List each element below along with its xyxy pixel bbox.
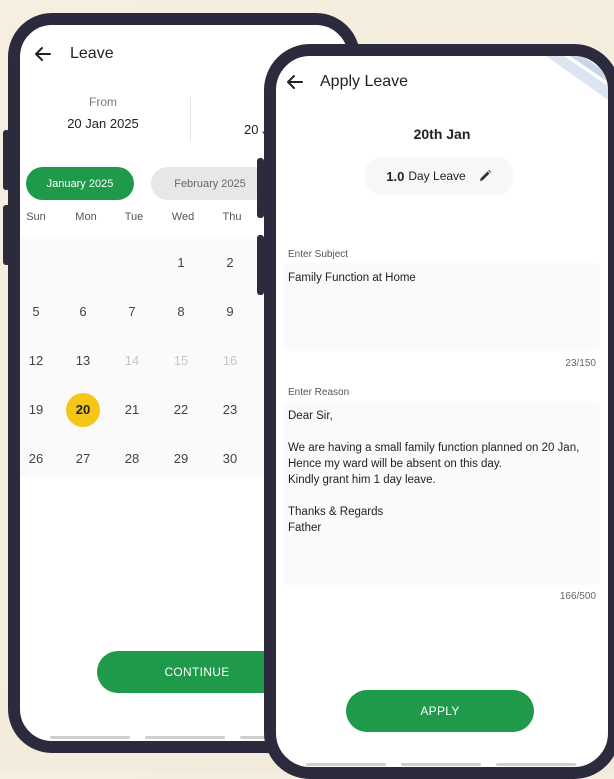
calendar-day: 15: [173, 353, 189, 368]
tab-january[interactable]: January 2025: [26, 167, 134, 200]
calendar-day[interactable]: 12: [20, 344, 53, 378]
from-date: 20 Jan 2025: [67, 116, 139, 131]
weekday-label: Sun: [26, 211, 46, 223]
calendar-day[interactable]: 19: [20, 393, 53, 427]
calendar-day[interactable]: 23: [213, 393, 247, 427]
pencil-icon[interactable]: [478, 169, 492, 183]
home-indicator: [496, 763, 576, 766]
day-leave-selector[interactable]: 1.0 Day Leave: [364, 157, 514, 195]
calendar-day[interactable]: 5: [20, 295, 53, 329]
calendar-day: 16: [222, 353, 238, 368]
weekday-label: Wed: [171, 211, 195, 223]
back-arrow-icon[interactable]: [32, 43, 54, 65]
phone2-side-button-2: [257, 235, 264, 295]
calendar-day[interactable]: 2: [213, 246, 247, 280]
home-indicator: [50, 736, 130, 739]
calendar-day[interactable]: 27: [66, 442, 100, 476]
page-title: Leave: [70, 45, 114, 62]
weekday-label: Tue: [124, 211, 144, 223]
calendar-day[interactable]: 13: [66, 344, 100, 378]
calendar-day[interactable]: 30: [213, 442, 247, 476]
calendar-day[interactable]: 22: [164, 393, 198, 427]
reason-counter: 166/500: [559, 591, 596, 602]
calendar-day[interactable]: 7: [115, 295, 149, 329]
calendar-day[interactable]: 6: [66, 295, 100, 329]
tab-february[interactable]: February 2025: [151, 167, 269, 200]
home-indicator: [145, 736, 225, 739]
weekday-label: Mon: [75, 211, 97, 223]
apply-leave-phone: Apply Leave 20th Jan 1.0 Day Leave Enter…: [264, 44, 614, 779]
home-indicator: [401, 763, 481, 766]
from-label: From: [89, 95, 117, 109]
leave-unit: Day Leave: [408, 169, 466, 183]
leave-date: 20th Jan: [413, 126, 471, 142]
calendar-day[interactable]: 28: [115, 442, 149, 476]
subject-label: Enter Subject: [288, 249, 349, 260]
calendar-day[interactable]: 29: [164, 442, 198, 476]
page-title: Apply Leave: [320, 73, 409, 90]
reason-label: Enter Reason: [288, 387, 350, 398]
subject-counter: 23/150: [565, 358, 596, 369]
phone2-side-button-1: [257, 158, 264, 218]
weekday-label: Thu: [222, 211, 242, 223]
calendar-day: 14: [124, 353, 140, 368]
calendar-day[interactable]: 8: [164, 295, 198, 329]
calendar-day-selected[interactable]: 20: [66, 393, 100, 427]
subject-value: Family Function at Home: [288, 272, 416, 284]
calendar-day[interactable]: 26: [20, 442, 53, 476]
leave-count: 1.0: [386, 168, 405, 184]
calendar-day[interactable]: 1: [164, 246, 198, 280]
apply-button[interactable]: APPLY: [346, 690, 534, 732]
reason-value: Dear Sir, We are having a small family f…: [288, 410, 580, 534]
home-indicator: [306, 763, 386, 766]
from-date-block[interactable]: From 20 Jan 2025: [48, 95, 158, 131]
back-arrow-icon[interactable]: [284, 71, 306, 93]
calendar-day[interactable]: 21: [115, 393, 149, 427]
date-divider: [190, 97, 191, 141]
calendar-day[interactable]: 9: [213, 295, 247, 329]
apply-leave-header: Apply Leave: [276, 56, 608, 108]
